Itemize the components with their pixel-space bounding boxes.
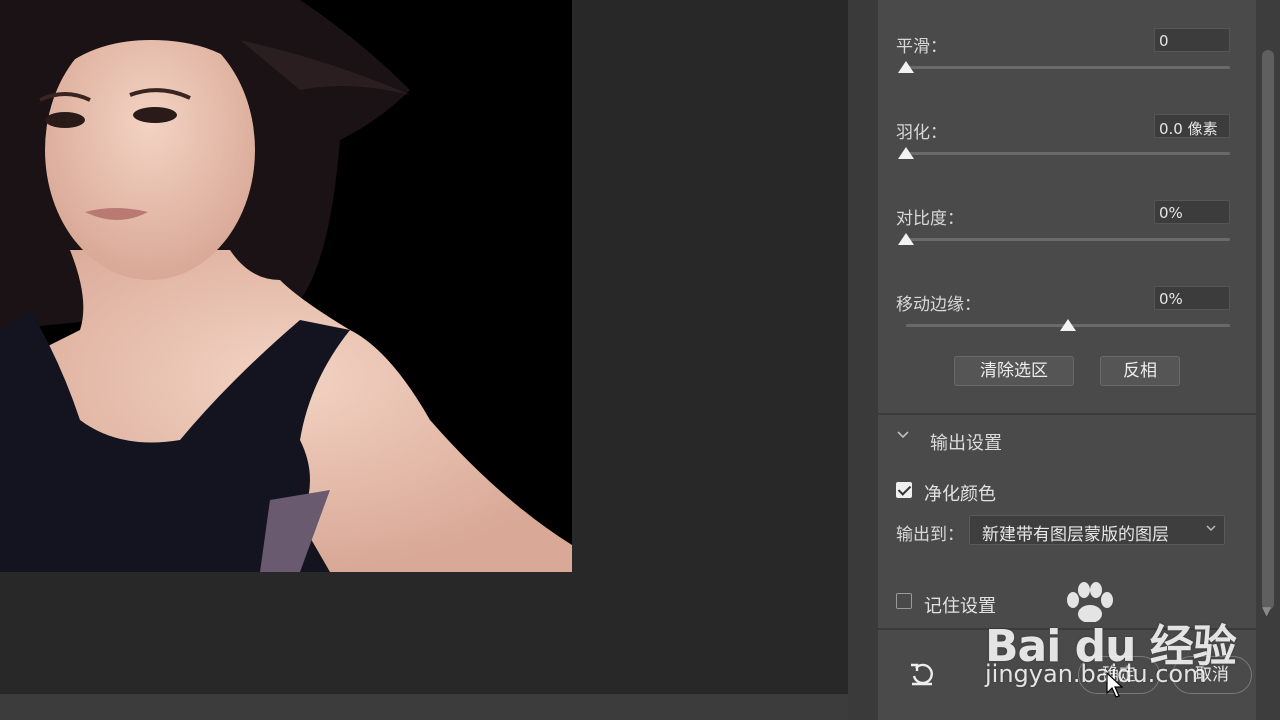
smooth-slider-track[interactable] (906, 66, 1230, 69)
cursor-icon (1106, 672, 1124, 698)
decontaminate-colors-checkbox[interactable] (896, 482, 912, 498)
panel-scrollbar[interactable]: ▼ (1256, 0, 1280, 720)
smooth-control: 平滑： 0 (896, 28, 1230, 92)
shift-edge-control: 移动边缘： 0% (896, 286, 1230, 350)
shift-edge-slider-thumb[interactable] (1060, 319, 1076, 331)
select-arrow-icon (1206, 522, 1216, 536)
remember-settings-checkbox[interactable] (896, 593, 912, 609)
scroll-down-icon[interactable]: ▼ (1262, 604, 1271, 618)
watermark-url: jingyan.baidu.com (985, 660, 1207, 688)
feather-control: 羽化： 0.0 像素 (896, 114, 1230, 178)
clear-selection-button[interactable]: 清除选区 (954, 356, 1074, 386)
panel-gutter (848, 0, 876, 720)
reset-icon[interactable] (908, 660, 936, 695)
smooth-label: 平滑： (896, 37, 947, 57)
section-divider (878, 413, 1256, 415)
feather-label: 羽化： (896, 123, 947, 143)
feather-input[interactable]: 0.0 像素 (1154, 114, 1230, 138)
status-strip (0, 694, 848, 720)
canvas-area[interactable] (0, 0, 848, 694)
contrast-input[interactable]: 0% (1154, 200, 1230, 224)
contrast-slider-track[interactable] (906, 238, 1230, 241)
chevron-down-icon[interactable] (896, 428, 909, 446)
contrast-label: 对比度： (896, 209, 964, 229)
contrast-slider-thumb[interactable] (898, 233, 914, 245)
shift-edge-label: 移动边缘： (896, 295, 981, 315)
smooth-input[interactable]: 0 (1154, 28, 1230, 52)
output-to-value: 新建带有图层蒙版的图层 (982, 525, 1169, 545)
smooth-slider-thumb[interactable] (898, 61, 914, 73)
contrast-control: 对比度： 0% (896, 200, 1230, 264)
shift-edge-input[interactable]: 0% (1154, 286, 1230, 310)
output-settings-title[interactable]: 输出设置 (930, 429, 1002, 455)
feather-slider-track[interactable] (906, 152, 1230, 155)
decontaminate-colors-label: 净化颜色 (924, 484, 996, 505)
feather-slider-thumb[interactable] (898, 147, 914, 159)
invert-button[interactable]: 反相 (1100, 356, 1180, 386)
scrollbar-thumb[interactable] (1262, 50, 1274, 610)
output-to-label: 输出到： (896, 525, 964, 545)
portrait-photo (0, 0, 572, 572)
output-to-select[interactable]: 新建带有图层蒙版的图层 (969, 515, 1225, 545)
